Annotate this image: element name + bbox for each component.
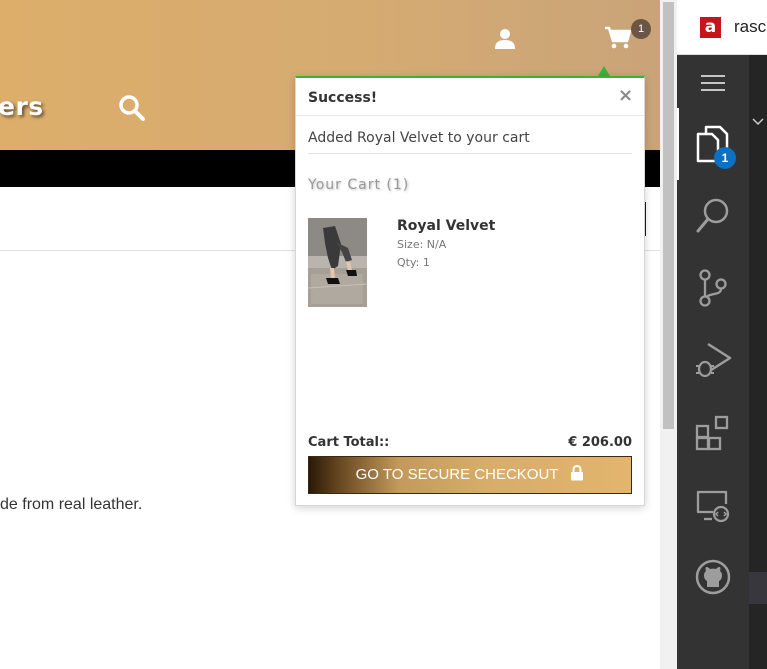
mini-cart-popup: Success! × Added Royal Velvet to your ca… (295, 76, 645, 506)
extensions-icon[interactable] (695, 414, 731, 452)
menu-icon[interactable] (700, 73, 726, 93)
search-icon[interactable] (695, 197, 731, 235)
search-icon[interactable] (118, 94, 146, 122)
scrollbar-thumb[interactable] (663, 2, 674, 429)
secure-checkout-button[interactable]: GO TO SECURE CHECKOUT (308, 456, 632, 494)
product-description: de from real leather. (0, 496, 143, 513)
popup-header: Success! × (296, 78, 644, 116)
checkout-button-label: GO TO SECURE CHECKOUT (355, 466, 559, 483)
product-thumbnail[interactable] (308, 218, 367, 307)
side-panel-row[interactable] (749, 572, 767, 604)
cart-icon[interactable] (604, 26, 632, 50)
product-name[interactable]: Royal Velvet (397, 218, 495, 234)
remote-explorer-icon[interactable] (695, 488, 731, 524)
success-message: Added Royal Velvet to your cart (308, 130, 530, 146)
chevron-down-icon[interactable] (752, 117, 764, 127)
lock-icon (571, 465, 584, 481)
screen: ers 1 de from real leather. a rasc 1 Suc… (0, 0, 767, 669)
github-icon[interactable] (695, 559, 731, 595)
active-indicator (677, 108, 679, 180)
source-control-icon[interactable] (697, 268, 729, 308)
user-icon[interactable] (494, 28, 516, 50)
files-badge: 1 (714, 147, 736, 169)
close-icon[interactable]: × (618, 85, 633, 106)
product-qty: Qty: 1 (397, 256, 430, 269)
run-debug-icon[interactable] (694, 340, 732, 380)
cart-total-value: € 206.00 (568, 435, 632, 450)
divider (308, 153, 632, 154)
cart-count-badge: 1 (631, 19, 651, 39)
site-logo[interactable]: ers (0, 92, 44, 121)
popup-title: Success! (308, 90, 378, 106)
extension-logo[interactable]: a (700, 17, 721, 38)
cart-heading: Your Cart (1) (308, 177, 410, 193)
cart-total-label: Cart Total:: (308, 435, 390, 450)
popup-caret (598, 66, 610, 76)
product-size: Size: N/A (397, 238, 447, 251)
extension-title: rasc (734, 17, 767, 36)
